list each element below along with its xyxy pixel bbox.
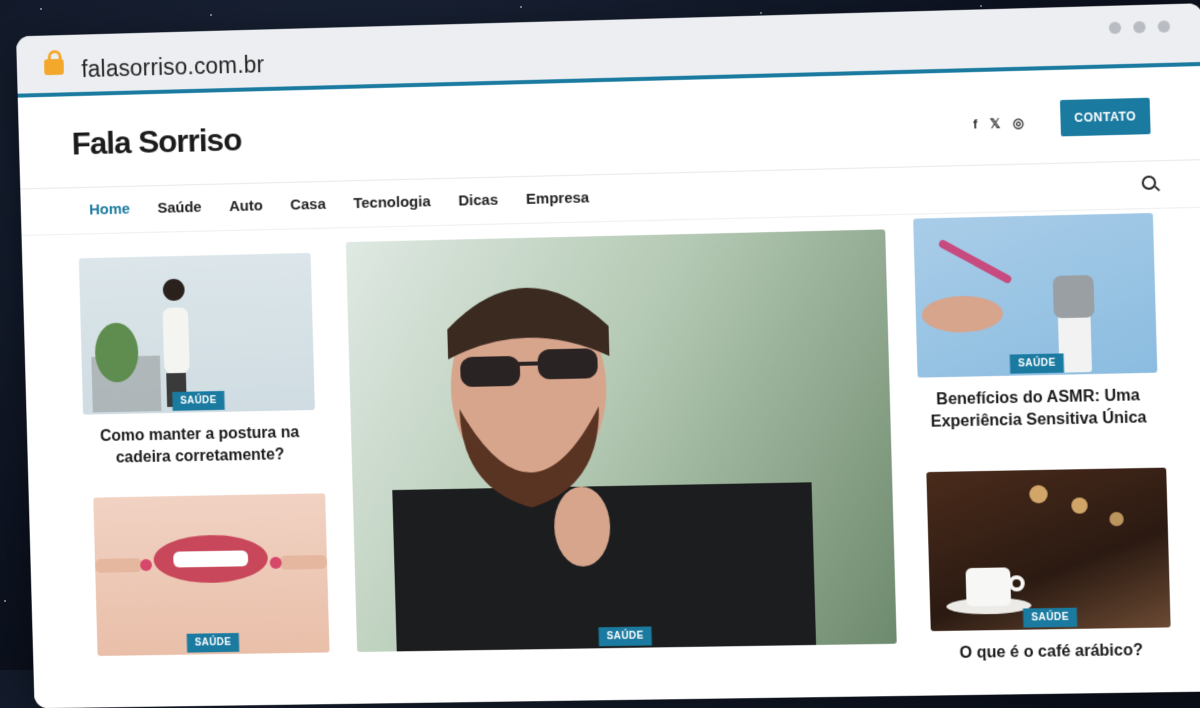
nav-item-home[interactable]: Home	[89, 201, 130, 219]
article-card[interactable]: SAÚDE Como manter a postura na cadeira c…	[78, 252, 317, 470]
article-card[interactable]: SAÚDE	[93, 493, 330, 656]
category-badge[interactable]: SAÚDE	[598, 626, 652, 647]
x-twitter-icon[interactable]: 𝕏	[989, 116, 1000, 132]
nav-item-auto[interactable]: Auto	[229, 197, 263, 215]
search-icon[interactable]	[1141, 175, 1157, 190]
facebook-icon[interactable]: f	[973, 116, 978, 132]
featured-article-thumbnail[interactable]: SAÚDE	[345, 229, 897, 652]
article-title[interactable]: Como manter a postura na cadeira correta…	[83, 422, 316, 470]
contact-button[interactable]: CONTATO	[1059, 97, 1151, 137]
nav-item-casa[interactable]: Casa	[290, 196, 326, 214]
address-bar[interactable]: falasorriso.com.br	[81, 51, 265, 83]
nav-item-tecnologia[interactable]: Tecnologia	[353, 193, 431, 212]
category-badge[interactable]: SAÚDE	[1009, 353, 1065, 374]
window-controls	[1108, 20, 1171, 35]
website: Fala Sorriso f 𝕏 ◎ CONTATO Home Saúde Au…	[17, 65, 1200, 708]
window-dot-icon[interactable]	[1108, 21, 1122, 35]
browser-window: falasorriso.com.br Fala Sorriso f 𝕏 ◎ CO…	[16, 3, 1200, 708]
nav-item-saude[interactable]: Saúde	[157, 199, 202, 217]
nav-item-empresa[interactable]: Empresa	[526, 189, 590, 208]
article-title[interactable]: Benefícios do ASMR: Uma Experiência Sens…	[918, 385, 1159, 434]
featured-article-card[interactable]: SAÚDE	[345, 229, 897, 652]
article-thumbnail[interactable]: SAÚDE	[913, 212, 1158, 378]
category-badge[interactable]: SAÚDE	[186, 632, 240, 653]
article-thumbnail[interactable]: SAÚDE	[926, 467, 1171, 632]
featured-grid: SAÚDE Como manter a postura na cadeira c…	[22, 208, 1200, 708]
social-links: f 𝕏 ◎	[973, 115, 1024, 132]
window-dot-icon[interactable]	[1133, 20, 1146, 34]
lock-icon	[44, 58, 64, 76]
article-title[interactable]: O que é o café arábico?	[931, 640, 1171, 666]
window-dot-icon[interactable]	[1157, 20, 1171, 33]
site-logo[interactable]: Fala Sorriso	[71, 121, 242, 162]
article-card[interactable]: SAÚDE Benefícios do ASMR: Uma Experiênci…	[913, 212, 1159, 434]
category-badge[interactable]: SAÚDE	[172, 390, 225, 411]
article-card[interactable]: SAÚDE O que é o café arábico?	[926, 467, 1171, 666]
nav-item-dicas[interactable]: Dicas	[458, 192, 498, 210]
category-badge[interactable]: SAÚDE	[1022, 607, 1078, 628]
article-thumbnail[interactable]: SAÚDE	[78, 252, 315, 415]
article-thumbnail[interactable]: SAÚDE	[93, 493, 330, 656]
instagram-icon[interactable]: ◎	[1012, 115, 1024, 131]
